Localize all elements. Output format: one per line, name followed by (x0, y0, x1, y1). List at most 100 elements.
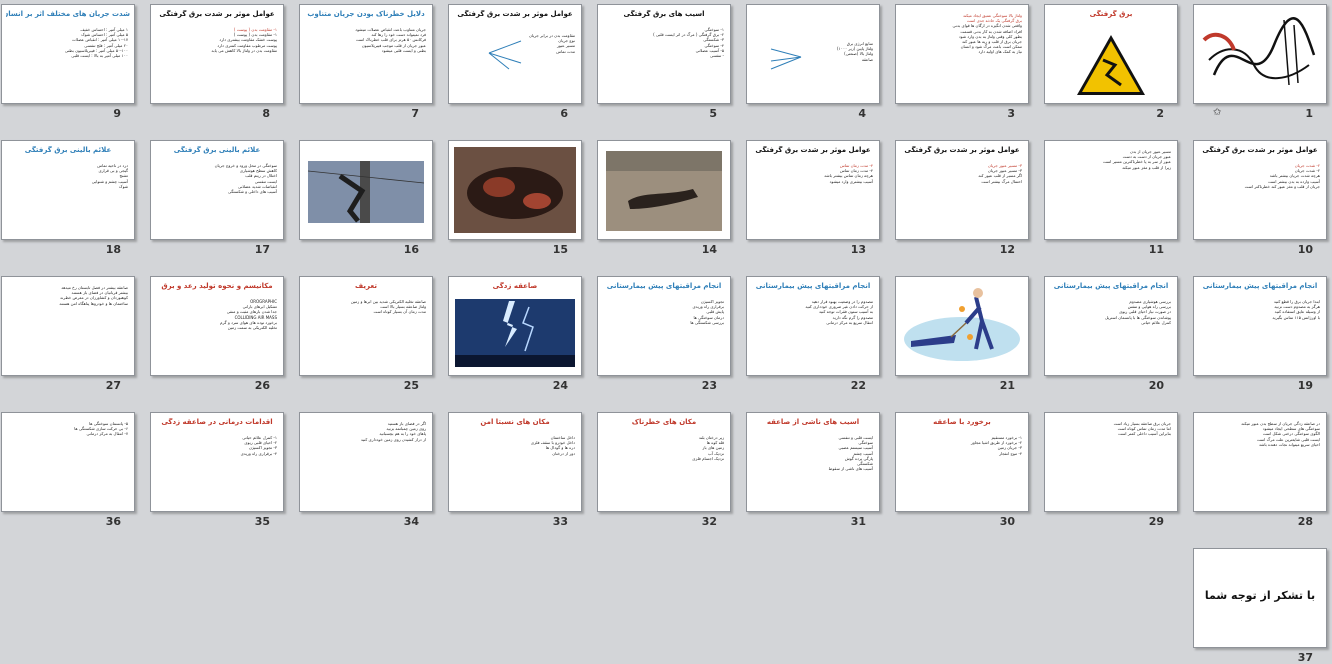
slide-cell: صاعقه بیشتر در فصل تابستان رخ میدهد بیشتر… (1, 276, 135, 392)
slide-thumbnail[interactable] (448, 140, 582, 240)
slide-cell: عوامل موثر بر شدت برق گرفتگی ۴- مدت زمان … (746, 140, 880, 256)
slide-number: 25 (403, 379, 419, 392)
slide-cell: صاعقه زدگی 24 (448, 276, 582, 392)
slide-thumbnail[interactable]: انجام مراقبتهای پیش بیمارستانی مصدوم را د… (746, 276, 880, 376)
slide-thumbnail[interactable]: شدت جریان های مختلف اثر بر انسان ۱ میلی آ… (1, 4, 135, 104)
slide-cell: مکان های نسبتا امن داخل ساختمان داخل خودرو… (448, 412, 582, 528)
slide-body-text: صاعقه بیشتر در فصل تابستان رخ میدهد بیشتر… (8, 285, 128, 371)
slide-body-text: ۱- سوختگی ۲- برق گرفتگی ( مرگ در اثر ایست… (604, 27, 724, 99)
slide-thumbnail[interactable]: مکان های نسبتا امن داخل ساختمان داخل خودرو… (448, 412, 582, 512)
slide-thumbnail[interactable]: علائم بالینی برق گرفتگی درد در ناحیه تماس… (1, 140, 135, 240)
slide-cell: در صاعقه زدگی جریان از سطح بدن عبور میکن… (1193, 412, 1327, 528)
slide-body-text: جریان متناوب باعث انقباض عضلات میشود فرد … (306, 27, 426, 99)
arrow-line (488, 52, 510, 70)
slide-number: 35 (254, 515, 270, 528)
slide-number: 34 (403, 515, 419, 528)
slide-number: 16 (403, 243, 419, 256)
burn-wound (483, 177, 515, 197)
slide-number: 17 (254, 243, 270, 256)
slide-thumbnail[interactable]: جریان برق صاعقه بسیار زیاد است اما مدت زم… (1044, 412, 1178, 512)
slide-title: علائم بالینی برق گرفتگی (173, 146, 261, 154)
slide-thumbnail[interactable]: اگر در فضای باز هستید روی زمین چمباتمه بز… (299, 412, 433, 512)
burn-wound (523, 193, 551, 209)
burn-photo (454, 147, 576, 233)
slide-thumbnail[interactable]: دلایل خطرناک بودن جریان متناوب جریان متنا… (299, 4, 433, 104)
slide-thumbnail[interactable]: صاعقه زدگی (448, 276, 582, 376)
slide-thumbnail[interactable] (597, 140, 731, 240)
slide-thumbnail[interactable] (1193, 4, 1327, 104)
slide-thumbnail[interactable]: ۵- پانسمان سوختگی ها ۶- بی حرکت سازی شکست… (1, 412, 135, 512)
slide-body-text: درد در ناحیه تماس گیجی و بی قراری تشنج آسیب… (8, 163, 128, 235)
slide-thumbnail[interactable]: برق گرفتگی (1044, 4, 1178, 104)
floor-area (904, 317, 1020, 361)
slide-thumbnail[interactable]: مکان های خطرناک زیر درختان بلند قله کوه ها… (597, 412, 731, 512)
slide-thumbnail[interactable]: عوامل موثر بر شدت برق گرفتگی ۱- مقاومت بد… (150, 4, 284, 104)
slide-body-text: ۳- مسیر عبور جریان ۳- مسیر عبور جریان اگر … (902, 163, 1022, 235)
slide-thumbnail[interactable]: منابع انرژی برق ولتاژ پایین (زیر ۱۰۰۰) ولت… (746, 4, 880, 104)
slide-thumbnail[interactable]: برخورد با صاعقه ۱- برخورد مستقیم ۲- برخورد… (895, 412, 1029, 512)
slide-thumbnail[interactable] (299, 140, 433, 240)
slide-cell: برخورد با صاعقه ۱- برخورد مستقیم ۲- برخورد… (895, 412, 1029, 528)
calligraphy-stroke (1212, 17, 1316, 76)
slide-body-text: سوختگی در محل ورود و خروج جریان کاهش سطح … (157, 163, 277, 235)
slide-title: آسیب های برق گرفتگی (623, 10, 705, 18)
slide-thumbnail[interactable]: مکانیسم و نحوه تولید رعد و برق OROGRAPHIC… (150, 276, 284, 376)
slide-thumbnail[interactable]: اقدامات درمانی در صاعقه زدگی ۱- کنترل علا… (150, 412, 284, 512)
slide-thumbnail[interactable] (895, 276, 1029, 376)
slide-thumbnail[interactable]: آسیب های برق گرفتگی ۱- سوختگی ۲- برق گرفتگ… (597, 4, 731, 104)
slide-body-text: ۱- کنترل علائم حیاتی ۲- احیای قلبی ریوی ۳-… (157, 435, 277, 507)
slide-number: 27 (105, 379, 121, 392)
arrow-line (770, 48, 802, 58)
pole-photo (307, 161, 425, 223)
slide-number: 30 (999, 515, 1015, 528)
slide-thumbnail[interactable]: عوامل موثر بر شدت برق گرفتگی ۳- مسیر عبور… (895, 140, 1029, 240)
slide-cell: 14 (597, 140, 731, 256)
slide-title: مکان های خطرناک (631, 418, 697, 426)
slide-cell: 21 (895, 276, 1029, 392)
slide-thumbnail[interactable]: تعریف صاعقه تخلیه الکتریکی شدید بین ابرها… (299, 276, 433, 376)
slide-number: 19 (1297, 379, 1313, 392)
slide-thumbnail[interactable]: با تشکر از توجه شما (1193, 548, 1327, 648)
slide-thumbnail[interactable]: ولتاژ بالا سوختگی عمیق ایجاد میکند برق گر… (895, 4, 1029, 104)
slide-text-line: کنترل علائم حیاتی (1141, 319, 1171, 325)
slide-text-line: جریان از قلب و مغز عبور کند خطرناکتر است (1244, 183, 1320, 189)
slide-thumbnail[interactable]: آسیب های ناشی از صاعقه ایست قلبی و تنفسی س… (746, 412, 880, 512)
arrow-line (488, 40, 522, 54)
slide-thumbnail[interactable]: انجام مراقبتهای پیش بیمارستانی بررسی هوشی… (1044, 276, 1178, 376)
slide-number: 2 (1156, 107, 1164, 120)
calligraphy-red-stroke (1202, 32, 1236, 51)
slide-title: انجام مراقبتهای پیش بیمارستانی (606, 282, 722, 290)
slide-number: 6 (560, 107, 568, 120)
slide-title: مکانیسم و نحوه تولید رعد و برق (161, 282, 273, 290)
slide-text-line: زیرا از قلب و مغز عبور میکند (1122, 164, 1171, 170)
slide-cell: برق گرفتگی 2 (1044, 4, 1178, 120)
slide-thumbnail[interactable]: عوامل موثر بر شدت برق گرفتگی ۲- شدت جریان… (1193, 140, 1327, 240)
thanks-text: با تشکر از توجه شما (1204, 589, 1316, 602)
slide-number: 4 (858, 107, 866, 120)
slide-thumbnail[interactable]: صاعقه بیشتر در فصل تابستان رخ میدهد بیشتر… (1, 276, 135, 376)
slide-title: آسیب های ناشی از صاعقه (766, 418, 860, 426)
slide-text-line: با اورژانس ۱۱۵ تماس بگیرید (1272, 314, 1320, 320)
slide-thumbnail[interactable]: مسیر عبور جریان از بدن عبور جریان از دست … (1044, 140, 1178, 240)
slide-text-line: ۷- انتقال به مرکز درمانی (86, 431, 128, 437)
slide-thumbnail[interactable]: انجام مراقبتهای پیش بیمارستانی تجویز اکسی… (597, 276, 731, 376)
slide-body-text: تجویز اکسیژن برقراری راه وریدی پایش قلبی در… (604, 299, 724, 371)
slide-cell: ولتاژ بالا سوختگی عمیق ایجاد میکند برق گر… (895, 4, 1029, 120)
slide-number: 23 (701, 379, 717, 392)
slide-number: 24 (552, 379, 568, 392)
slide-body-text: اگر در فضای باز هستید روی زمین چمباتمه بز… (306, 421, 426, 507)
slide-text-line: انتقال سریع به مرکز درمانی (826, 319, 873, 325)
slide-cell: انجام مراقبتهای پیش بیمارستانی ابتدا جریا… (1193, 276, 1327, 392)
slide-body-text: ۱- مقاومت بدن ( پوست ) ۱- مقاومت بدن ( پو… (157, 27, 277, 99)
slide-title: اقدامات درمانی در صاعقه زدگی (161, 418, 273, 426)
rescuer-head (973, 288, 983, 298)
slide-thumbnail[interactable]: در صاعقه زدگی جریان از سطح بدن عبور میکن… (1193, 412, 1327, 512)
slide-thumbnail[interactable]: عوامل موثر بر شدت برق گرفتگی مقاومت بدن د… (448, 4, 582, 104)
slide-thumbnail[interactable]: عوامل موثر بر شدت برق گرفتگی ۴- مدت زمان … (746, 140, 880, 240)
slide-thumbnail[interactable]: علائم بالینی برق گرفتگی سوختگی در محل ورو… (150, 140, 284, 240)
slide-body-text: ۱- برخورد مستقیم ۲- برخورد از طریق اشیا م… (902, 435, 1022, 507)
slide-thumbnail[interactable]: انجام مراقبتهای پیش بیمارستانی ابتدا جریا… (1193, 276, 1327, 376)
slide-text-line: تخلیه الکتریکی به سمت زمین (227, 325, 277, 331)
slide-number: 7 (411, 107, 419, 120)
slide-number: 8 (262, 107, 270, 120)
